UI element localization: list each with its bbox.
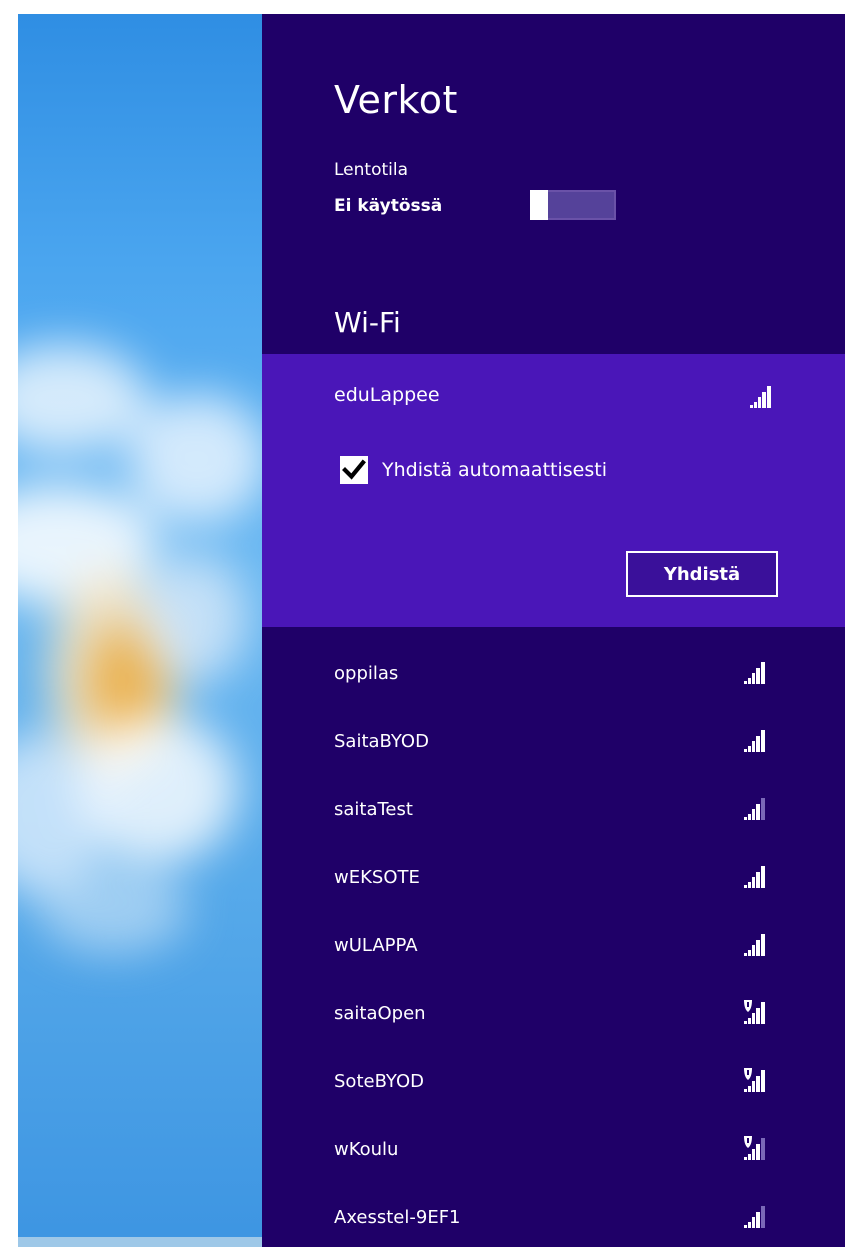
network-item[interactable]: wULAPPA <box>262 898 845 966</box>
signal-bar <box>744 1089 747 1092</box>
signal-bar <box>762 392 766 408</box>
network-ssid: saitaTest <box>334 799 413 820</box>
signal-bar <box>756 668 760 684</box>
network-item[interactable]: SoteBYOD <box>262 1034 845 1102</box>
signal-bar <box>752 945 755 956</box>
network-ssid: Axesstel-9EF1 <box>334 1207 461 1228</box>
shield-icon <box>744 1000 752 1012</box>
wifi-heading: Wi-Fi <box>334 306 401 339</box>
taskbar-edge <box>18 1237 262 1247</box>
signal-bar <box>761 662 765 684</box>
signal-bar <box>752 1013 755 1024</box>
signal-bar <box>744 1021 747 1024</box>
signal-bar <box>748 882 751 888</box>
signal-bar <box>761 1070 765 1092</box>
signal-bar <box>767 386 771 408</box>
signal-bar <box>761 866 765 888</box>
network-item[interactable]: SaitaBYOD <box>262 694 845 762</box>
signal-bar <box>748 950 751 956</box>
network-item[interactable]: Axesstel-9EF1 <box>262 1170 845 1238</box>
network-ssid: SoteBYOD <box>334 1071 424 1092</box>
signal-bar <box>744 885 747 888</box>
signal-bar <box>748 814 751 820</box>
signal-bar <box>744 953 747 956</box>
airplane-mode-toggle[interactable] <box>530 190 616 220</box>
network-ssid: saitaOpen <box>334 1003 426 1024</box>
signal-bar <box>748 1222 751 1228</box>
signal-bar <box>748 1018 751 1024</box>
signal-bar <box>756 1076 760 1092</box>
wifi-signal-icon <box>744 934 765 956</box>
signal-bar <box>752 1217 755 1228</box>
signal-bar <box>744 1225 747 1228</box>
panel-title: Verkot <box>334 78 458 122</box>
signal-bar <box>756 1212 760 1228</box>
signal-bar <box>744 681 747 684</box>
signal-bar <box>744 749 747 752</box>
signal-bar <box>752 673 755 684</box>
wifi-signal-icon <box>744 866 765 888</box>
network-item[interactable]: saitaOpen <box>262 966 845 1034</box>
blurred-flower-image <box>18 14 262 1247</box>
signal-bar <box>752 809 755 820</box>
auto-connect-checkbox[interactable] <box>340 456 368 484</box>
toggle-thumb <box>530 190 548 220</box>
network-ssid: wEKSOTE <box>334 867 420 888</box>
airplane-mode-state: Ei käytössä <box>334 196 443 216</box>
signal-bar <box>752 741 755 752</box>
signal-bar <box>752 1081 755 1092</box>
signal-bar <box>761 1206 765 1228</box>
wifi-signal-secured-icon <box>744 1068 765 1092</box>
signal-bar <box>748 1086 751 1092</box>
signal-bar <box>761 934 765 956</box>
wifi-signal-icon <box>744 662 765 684</box>
signal-bar <box>754 402 757 408</box>
signal-bar <box>756 1144 760 1160</box>
wifi-signal-icon <box>750 386 771 408</box>
signal-bar <box>744 1157 747 1160</box>
desktop-background <box>18 14 262 1247</box>
shield-icon <box>744 1068 752 1080</box>
signal-bar <box>744 817 747 820</box>
airplane-mode-label: Lentotila <box>334 160 409 180</box>
signal-bar <box>761 1138 765 1160</box>
network-ssid: eduLappee <box>334 384 440 406</box>
wifi-signal-icon <box>744 798 765 820</box>
shield-icon <box>744 1136 752 1148</box>
signal-bar <box>756 872 760 888</box>
signal-bar <box>756 940 760 956</box>
network-ssid: oppilas <box>334 663 399 684</box>
signal-bar <box>761 1002 765 1024</box>
signal-bar <box>748 746 751 752</box>
signal-bar <box>752 1149 755 1160</box>
network-item[interactable]: oppilas <box>262 626 845 694</box>
auto-connect-label: Yhdistä automaattisesti <box>382 459 607 481</box>
signal-bar <box>748 1154 751 1160</box>
auto-connect-option[interactable]: Yhdistä automaattisesti <box>340 456 607 484</box>
network-item[interactable]: wEKSOTE <box>262 830 845 898</box>
signal-bar <box>756 1008 760 1024</box>
signal-bar <box>756 804 760 820</box>
signal-bar <box>750 405 753 408</box>
wifi-signal-icon <box>744 730 765 752</box>
signal-bar <box>761 730 765 752</box>
signal-bar <box>752 877 755 888</box>
signal-bar <box>748 678 751 684</box>
wifi-signal-secured-icon <box>744 1136 765 1160</box>
networks-panel: Verkot Lentotila Ei käytössä Wi-Fi eduLa… <box>262 14 845 1247</box>
network-item[interactable]: wKoulu <box>262 1102 845 1170</box>
signal-bar <box>756 736 760 752</box>
wifi-signal-secured-icon <box>744 1000 765 1024</box>
checkmark-icon <box>342 459 366 480</box>
network-ssid: wULAPPA <box>334 935 418 956</box>
network-ssid: SaitaBYOD <box>334 731 429 752</box>
selected-network-item[interactable]: eduLappee Yhdistä automaattisesti Yhdist… <box>262 354 845 627</box>
wifi-signal-icon <box>744 1206 765 1228</box>
signal-bar <box>761 798 765 820</box>
signal-bar <box>758 397 761 408</box>
network-item[interactable]: saitaTest <box>262 762 845 830</box>
network-list: oppilas SaitaBYOD saitaTest wEKSOTE wULAPPA s… <box>262 626 845 1238</box>
network-ssid: wKoulu <box>334 1139 399 1160</box>
connect-button[interactable]: Yhdistä <box>626 551 778 597</box>
